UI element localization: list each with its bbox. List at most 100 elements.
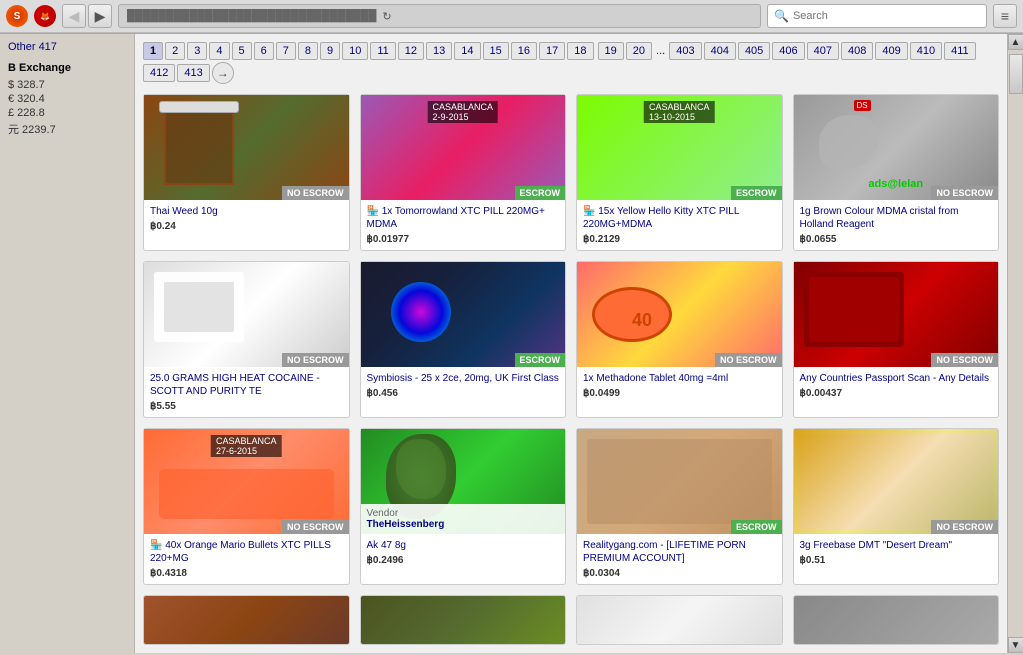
page-19[interactable]: 19 [598, 42, 624, 60]
escrow-badge-4: NO ESCROW [282, 353, 349, 367]
page-2[interactable]: 2 [165, 42, 185, 60]
exchange-title: B Exchange [8, 62, 126, 74]
page-16[interactable]: 16 [511, 42, 537, 60]
page-404[interactable]: 404 [704, 42, 736, 60]
product-card-1[interactable]: CASABLANCA2-9-2015 ESCROW 🏪 1x Tomorrowl… [360, 94, 567, 251]
page-13[interactable]: 13 [426, 42, 452, 60]
product-title-1: 🏪 1x Tomorrowland XTC PILL 220MG+ MDMA [367, 205, 560, 231]
product-price-9: ฿0.2496 [367, 555, 560, 566]
page-14[interactable]: 14 [454, 42, 480, 60]
page-10[interactable]: 10 [342, 42, 368, 60]
page-407[interactable]: 407 [807, 42, 839, 60]
address-bar[interactable]: ████████████████████████████████ ↻ [118, 4, 761, 28]
back-button[interactable]: ◀ [62, 4, 86, 28]
product-image-9: Vendor TheHeissenberg [361, 429, 566, 534]
page-406[interactable]: 406 [772, 42, 804, 60]
casablanca-label-8: CASABLANCA27-6-2015 [211, 435, 282, 457]
page-5[interactable]: 5 [232, 42, 252, 60]
product-title-11: 3g Freebase DMT "Desert Dream" [800, 539, 993, 552]
product-image-5: ESCROW [361, 262, 566, 367]
product-title-4: 25.0 GRAMS HIGH HEAT COCAINE - SCOTT AND… [150, 372, 343, 398]
forward-button[interactable]: ▶ [88, 4, 112, 28]
product-image-0: NO ESCROW [144, 95, 349, 200]
exchange-rate-eur: € 320.4 [8, 92, 126, 106]
exchange-rate-cny: 元 2239.7 [8, 120, 126, 138]
ads-text-3: ads@lelan [868, 178, 923, 190]
product-title-8: 🏪 40x Orange Mario Bullets XTC PILLS 220… [150, 539, 343, 565]
product-card-14[interactable] [576, 595, 783, 645]
page-11[interactable]: 11 [370, 42, 395, 60]
page-20[interactable]: 20 [626, 42, 652, 60]
page-7[interactable]: 7 [276, 42, 296, 60]
product-image-12 [144, 596, 349, 645]
browser-logo: S [6, 5, 28, 27]
product-grid: NO ESCROW Thai Weed 10g ฿0.24 CASABLANCA… [143, 94, 999, 645]
page-411[interactable]: 411 [944, 42, 976, 60]
product-card-12[interactable] [143, 595, 350, 645]
product-title-5: Symbiosis - 25 x 2ce, 20mg, UK First Cla… [367, 372, 560, 385]
search-box[interactable]: 🔍 [767, 4, 987, 28]
page-3[interactable]: 3 [187, 42, 207, 60]
product-card-10[interactable]: ESCROW Realitygang.com - [LIFETIME PORN … [576, 428, 783, 585]
sidebar: Other 417 B Exchange $ 328.7 € 320.4 £ 2… [0, 34, 135, 653]
page-412[interactable]: 412 [143, 64, 175, 82]
sidebar-item-other[interactable]: Other 417 [8, 40, 126, 54]
page-410[interactable]: 410 [910, 42, 942, 60]
page-1[interactable]: 1 [143, 42, 163, 60]
page-413[interactable]: 413 [177, 64, 209, 82]
scrollbar[interactable]: ▲ ▼ [1007, 34, 1023, 653]
product-card-0[interactable]: NO ESCROW Thai Weed 10g ฿0.24 [143, 94, 350, 251]
product-price-3: ฿0.0655 [800, 234, 993, 245]
product-card-15[interactable] [793, 595, 1000, 645]
page-4[interactable]: 4 [209, 42, 229, 60]
product-image-13 [361, 596, 566, 645]
menu-button[interactable]: ≡ [993, 4, 1017, 28]
escrow-badge-7: NO ESCROW [931, 353, 998, 367]
page-409[interactable]: 409 [875, 42, 907, 60]
ellipsis: ... [654, 43, 667, 59]
page-6[interactable]: 6 [254, 42, 274, 60]
product-price-6: ฿0.0499 [583, 388, 776, 399]
product-card-7[interactable]: NO ESCROW Any Countries Passport Scan - … [793, 261, 1000, 418]
product-image-11: NO ESCROW [794, 429, 999, 534]
escrow-badge-10: ESCROW [731, 520, 782, 534]
page-408[interactable]: 408 [841, 42, 873, 60]
vendor-name-9: TheHeissenberg [367, 519, 560, 530]
escrow-badge-3: NO ESCROW [931, 186, 998, 200]
product-image-6: 40 NO ESCROW [577, 262, 782, 367]
search-input[interactable] [793, 10, 973, 22]
product-title-0: Thai Weed 10g [150, 205, 343, 218]
page-405[interactable]: 405 [738, 42, 770, 60]
scrollbar-thumb[interactable] [1009, 54, 1023, 94]
product-title-6: 1x Methadone Tablet 40mg =4ml [583, 372, 776, 385]
product-price-5: ฿0.456 [367, 388, 560, 399]
exchange-rate-gbp: £ 228.8 [8, 106, 126, 120]
product-card-2[interactable]: CASABLANCA13-10-2015 ESCROW 🏪 15x Yellow… [576, 94, 783, 251]
page-8[interactable]: 8 [298, 42, 318, 60]
page-15[interactable]: 15 [483, 42, 509, 60]
product-card-13[interactable] [360, 595, 567, 645]
product-price-2: ฿0.2129 [583, 234, 776, 245]
escrow-badge-2: ESCROW [731, 186, 782, 200]
scroll-up-arrow[interactable]: ▲ [1008, 34, 1023, 50]
scrollbar-track [1008, 50, 1023, 637]
page-403[interactable]: 403 [669, 42, 701, 60]
product-card-9[interactable]: Vendor TheHeissenberg Ak 47 8g ฿0.2496 [360, 428, 567, 585]
page-12[interactable]: 12 [398, 42, 424, 60]
product-card-6[interactable]: 40 NO ESCROW 1x Methadone Tablet 40mg =4… [576, 261, 783, 418]
page-18[interactable]: 18 [567, 42, 593, 60]
product-card-4[interactable]: NO ESCROW 25.0 GRAMS HIGH HEAT COCAINE -… [143, 261, 350, 418]
product-card-8[interactable]: CASABLANCA27-6-2015 NO ESCROW 🏪 40x Oran… [143, 428, 350, 585]
scroll-down-arrow[interactable]: ▼ [1008, 637, 1023, 653]
page-17[interactable]: 17 [539, 42, 565, 60]
product-image-10: ESCROW [577, 429, 782, 534]
product-card-5[interactable]: ESCROW Symbiosis - 25 x 2ce, 20mg, UK Fi… [360, 261, 567, 418]
product-image-1: CASABLANCA2-9-2015 ESCROW [361, 95, 566, 200]
casablanca-label-2: CASABLANCA13-10-2015 [644, 101, 715, 123]
next-page-button[interactable]: → [212, 62, 234, 84]
product-price-4: ฿5.55 [150, 401, 343, 412]
pagination: 1 2 3 4 5 6 7 8 9 10 11 12 13 14 15 16 1… [143, 42, 999, 84]
page-9[interactable]: 9 [320, 42, 340, 60]
product-card-3[interactable]: DS ads@lelan NO ESCROW 1g Brown Colour M… [793, 94, 1000, 251]
product-card-11[interactable]: NO ESCROW 3g Freebase DMT "Desert Dream"… [793, 428, 1000, 585]
